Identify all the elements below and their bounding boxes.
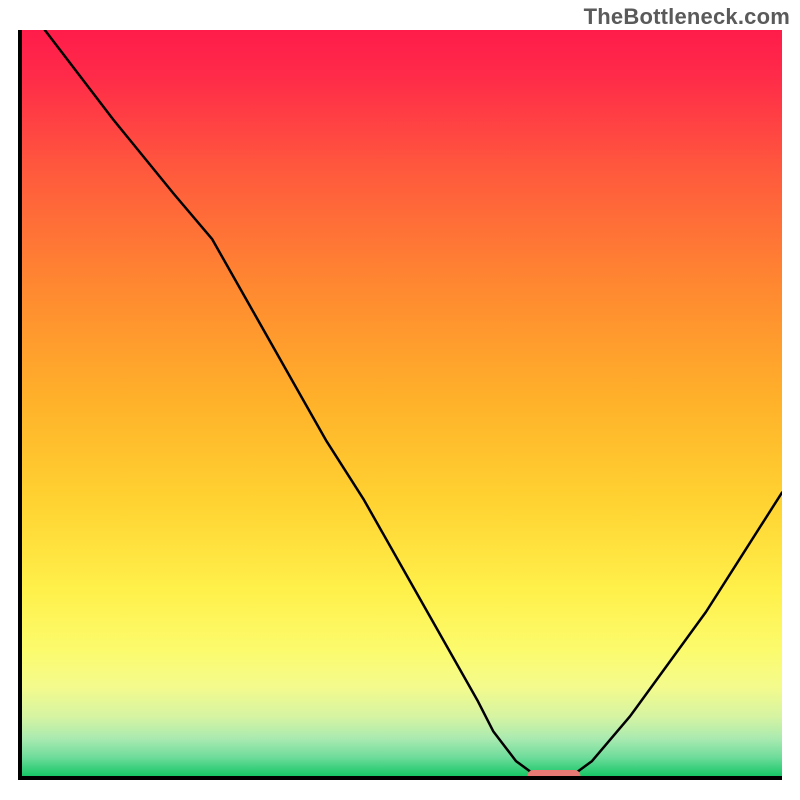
- plot-inner: [22, 30, 782, 776]
- curve-path: [45, 30, 782, 776]
- bottleneck-curve: [22, 30, 782, 776]
- chart-frame: TheBottleneck.com: [0, 0, 800, 800]
- watermark-label: TheBottleneck.com: [584, 4, 790, 30]
- optimal-marker: [527, 770, 580, 776]
- plot-area: [18, 30, 782, 780]
